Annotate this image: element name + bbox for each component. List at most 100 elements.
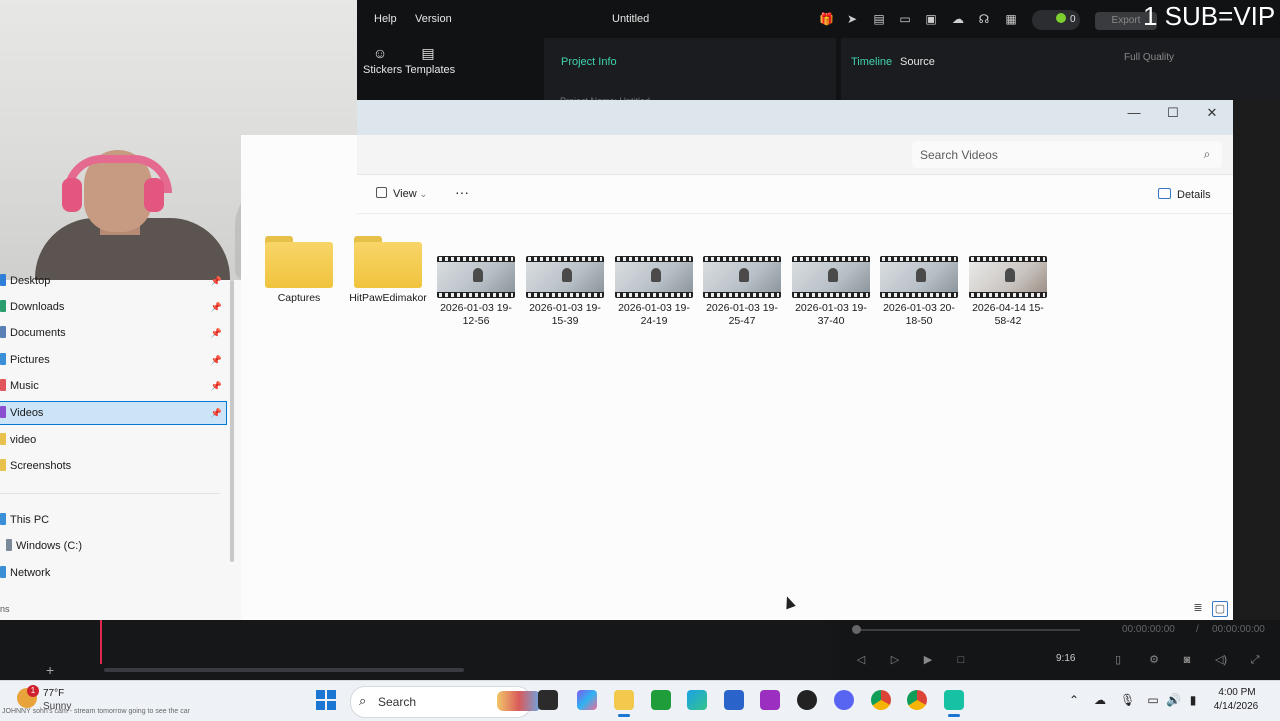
start-button[interactable] bbox=[316, 690, 336, 710]
taskbar-search[interactable]: ⌕ Search bbox=[350, 686, 541, 718]
sidebar-item-downloads[interactable]: Downloads 📌 bbox=[0, 296, 226, 318]
subtitle-icon[interactable]: ▤ bbox=[872, 12, 886, 26]
pin-icon[interactable]: 📌 bbox=[211, 296, 222, 318]
folder-icon bbox=[0, 459, 6, 471]
file-name: 2026-01-03 19-12-56 bbox=[440, 302, 512, 327]
tab-timeline[interactable]: Timeline bbox=[851, 56, 892, 68]
weather-temperature[interactable]: 77°F bbox=[43, 688, 64, 699]
folder-item[interactable]: HitPawEdimakor bbox=[345, 230, 431, 305]
headset-icon[interactable]: ☊ bbox=[977, 12, 991, 26]
sidebar-scrollbar[interactable] bbox=[230, 280, 234, 562]
taskbar-date[interactable]: 4/14/2026 bbox=[1208, 701, 1264, 712]
pin-icon[interactable]: 📌 bbox=[211, 270, 222, 292]
video-file-item[interactable]: 2026-01-03 19-25-47 bbox=[699, 230, 785, 328]
previous-frame-icon[interactable]: ◁ bbox=[854, 653, 868, 667]
monitor-icon[interactable]: ▭ bbox=[898, 12, 912, 26]
video-thumbnail bbox=[969, 256, 1047, 298]
preview-panel-header: Timeline Source Full Quality bbox=[841, 38, 1280, 100]
battery-icon[interactable]: ▮ bbox=[1186, 692, 1200, 708]
menu-help[interactable]: Help bbox=[374, 13, 397, 25]
sidebar-item-videos[interactable]: Videos 📌 bbox=[0, 401, 227, 425]
view-button[interactable]: View ⌄ bbox=[370, 183, 440, 205]
timeline-track-area[interactable]: + bbox=[0, 620, 830, 680]
copilot-icon[interactable] bbox=[577, 690, 597, 710]
video-file-item[interactable]: 2026-04-14 15-58-42 bbox=[965, 230, 1051, 328]
sidebar-item-screenshots[interactable]: Screenshots bbox=[0, 455, 226, 477]
chevron-up-icon[interactable]: ⌃ bbox=[1067, 692, 1081, 708]
instagram-icon[interactable] bbox=[760, 690, 780, 710]
sidebar-item-network[interactable]: Network bbox=[0, 562, 226, 584]
search-icon[interactable]: ⌕ bbox=[1199, 146, 1215, 162]
weather-badge: 1 bbox=[27, 685, 39, 697]
volume-icon[interactable]: ◁) bbox=[1214, 653, 1228, 667]
video-file-item[interactable]: 2026-01-03 19-12-56 bbox=[433, 230, 519, 328]
cloud-icon[interactable]: ☁ bbox=[951, 12, 965, 26]
next-frame-icon[interactable]: ▷ bbox=[888, 653, 902, 667]
taskbar-time[interactable]: 4:00 PM bbox=[1214, 687, 1260, 698]
microphone-icon[interactable]: 🎙 bbox=[1120, 692, 1135, 708]
pin-icon[interactable]: 📌 bbox=[211, 349, 222, 371]
stop-icon[interactable]: □ bbox=[954, 653, 968, 667]
credits-count: 0 bbox=[1070, 14, 1076, 25]
close-icon[interactable]: ✕ bbox=[1199, 104, 1225, 122]
gift-icon[interactable]: 🎁 bbox=[819, 12, 834, 26]
sidebar-item-desktop[interactable]: Desktop 📌 bbox=[0, 270, 226, 292]
credits-badge[interactable]: 0 bbox=[1032, 10, 1080, 30]
sidebar-item-windows-c[interactable]: Windows (C:) bbox=[6, 535, 226, 557]
add-track-icon[interactable]: + bbox=[46, 662, 54, 678]
send-icon[interactable]: ➤ bbox=[845, 12, 859, 26]
task-view-icon[interactable] bbox=[538, 690, 558, 710]
volume-icon[interactable]: 🔊 bbox=[1166, 692, 1181, 708]
chrome-profile-icon[interactable] bbox=[907, 690, 927, 710]
pictures-icon bbox=[0, 353, 6, 365]
seek-bar[interactable] bbox=[856, 629, 1080, 631]
sidebar-item-pictures[interactable]: Pictures 📌 bbox=[0, 349, 226, 371]
sidebar-item-video[interactable]: video bbox=[0, 429, 226, 451]
aspect-ratio-select[interactable]: 9:16 bbox=[1056, 653, 1075, 664]
stickers-button[interactable]: ☺ Stickers bbox=[363, 44, 402, 76]
sidebar-item-music[interactable]: Music 📌 bbox=[0, 375, 226, 397]
seek-handle[interactable] bbox=[852, 625, 861, 634]
explorer-title-bar bbox=[357, 100, 1233, 135]
cloud-sync-icon[interactable]: ☁ bbox=[1093, 692, 1107, 708]
video-file-item[interactable]: 2026-01-03 19-37-40 bbox=[788, 230, 874, 328]
templates-button[interactable]: ▤ Templates bbox=[405, 44, 455, 76]
maximize-icon[interactable]: ☐ bbox=[1160, 104, 1186, 122]
xbox-icon[interactable] bbox=[651, 690, 671, 710]
camera-icon[interactable]: ◙ bbox=[1180, 653, 1194, 667]
pin-icon[interactable]: 📌 bbox=[211, 402, 222, 424]
network-status-icon[interactable]: ▭ bbox=[1146, 692, 1160, 708]
video-file-item[interactable]: 2026-01-03 19-24-19 bbox=[611, 230, 697, 328]
details-button[interactable]: Details bbox=[1158, 185, 1218, 205]
playhead[interactable] bbox=[100, 620, 102, 664]
obs-icon[interactable] bbox=[797, 690, 817, 710]
expand-icon[interactable]: ⤢ bbox=[1248, 653, 1262, 667]
minimize-icon[interactable]: — bbox=[1121, 104, 1147, 122]
timeline-scrollbar[interactable] bbox=[104, 668, 464, 672]
tab-source[interactable]: Source bbox=[900, 56, 935, 68]
sidebar-item-documents[interactable]: Documents 📌 bbox=[0, 322, 226, 344]
settings-icon[interactable]: ⚙ bbox=[1147, 653, 1161, 667]
file-explorer-icon[interactable] bbox=[614, 690, 634, 717]
store-icon[interactable] bbox=[724, 690, 744, 710]
edge-icon[interactable] bbox=[687, 690, 707, 710]
pin-icon[interactable]: 📌 bbox=[211, 375, 222, 397]
video-file-item[interactable]: 2026-01-03 19-15-39 bbox=[522, 230, 608, 328]
video-file-item[interactable]: 2026-01-03 20-18-50 bbox=[876, 230, 962, 328]
pin-icon[interactable]: 📌 bbox=[211, 322, 222, 344]
fullscreen-preview-icon[interactable]: ▯ bbox=[1111, 653, 1125, 667]
play-icon[interactable]: ▶ bbox=[921, 653, 935, 667]
video-editor-app-icon[interactable] bbox=[944, 690, 964, 717]
save-icon[interactable]: ▣ bbox=[924, 12, 938, 26]
details-view-icon[interactable]: ≣ bbox=[1191, 601, 1205, 615]
grid-icon[interactable]: ▦ bbox=[1004, 12, 1018, 26]
large-icons-view-icon[interactable]: ▢ bbox=[1212, 601, 1228, 617]
sidebar-item-this-pc[interactable]: This PC bbox=[0, 509, 226, 531]
folder-item[interactable]: Captures bbox=[256, 230, 342, 305]
more-options-button[interactable]: ··· bbox=[452, 185, 472, 203]
menu-version[interactable]: Version bbox=[415, 13, 452, 25]
chrome-icon[interactable] bbox=[871, 690, 891, 710]
quality-select[interactable]: Full Quality bbox=[1124, 52, 1192, 66]
sidebar-item-label: Documents bbox=[10, 327, 66, 339]
discord-icon[interactable] bbox=[834, 690, 854, 710]
